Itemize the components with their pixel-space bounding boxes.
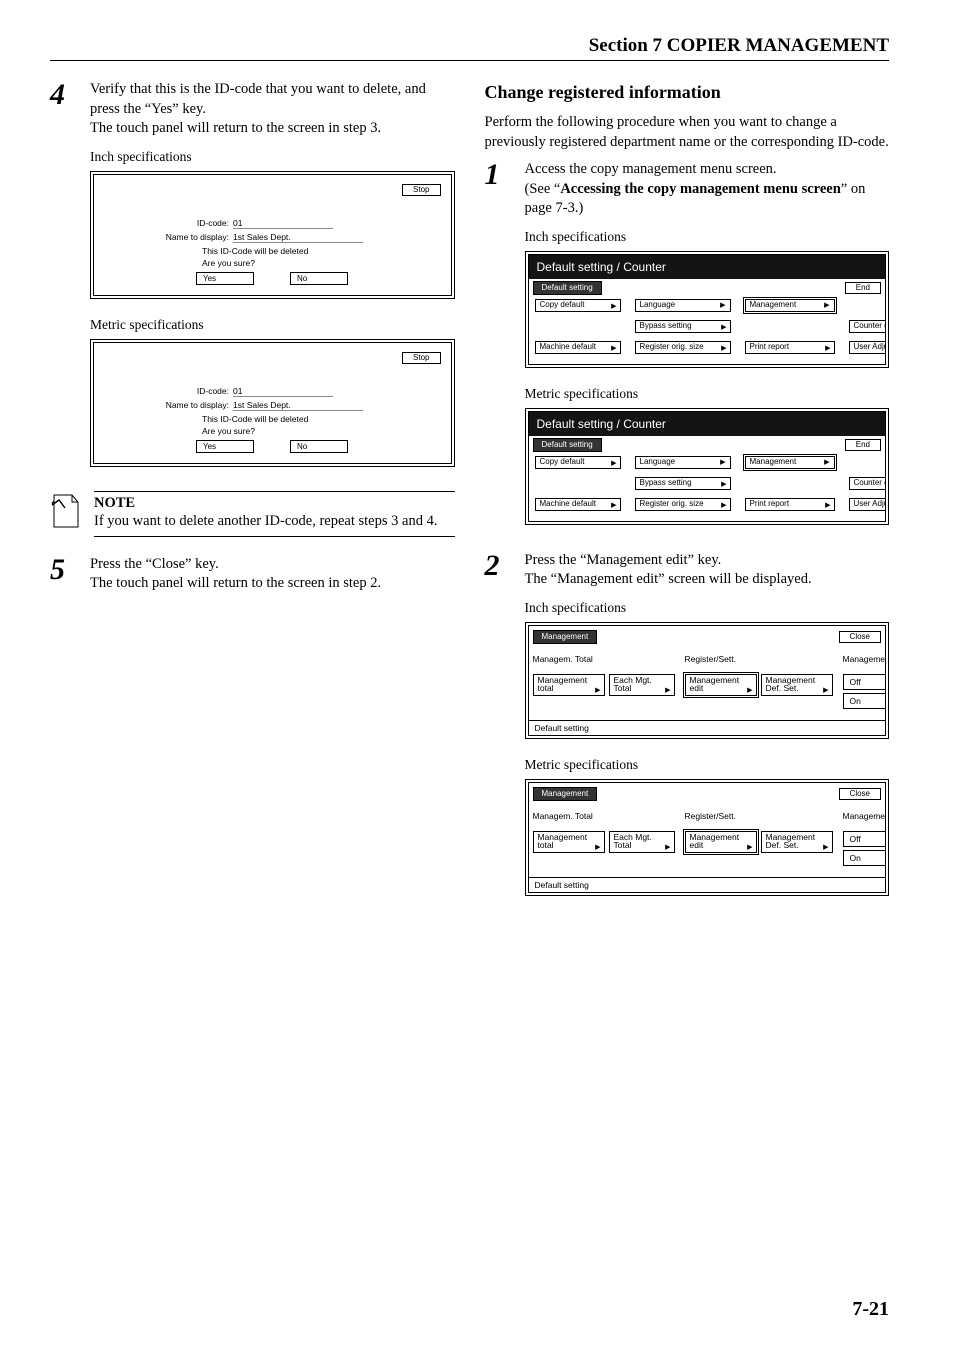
confirm-text-1: This ID-Code will be deleted [202,246,441,256]
step-4-number: 4 [50,80,76,139]
note-body: If you want to delete another ID-code, r… [94,513,455,530]
copy-default-button[interactable]: Copy default▶ [535,456,621,469]
panel-title: Default setting / Counter [529,412,886,436]
register-orig-size-button[interactable]: Register orig. size▶ [635,498,731,511]
step-5-text-2: The touch panel will return to the scree… [90,574,455,594]
step-4-text-2: The touch panel will return to the scree… [90,119,455,139]
confirm-text-2: Are you sure? [202,258,441,268]
copy-default-button[interactable]: Copy default▶ [535,299,621,312]
step-1-text-2: (See “Accessing the copy management menu… [525,180,890,219]
user-adjustment-button[interactable]: User Adjustment▶ [849,341,887,354]
user-adjustment-button[interactable]: User Adjustment▶ [849,498,887,511]
management-panel-metric: Management Close Managem. Total Manageme… [525,779,890,896]
tab-management[interactable]: Management [533,787,598,801]
id-code-value: 01 [233,386,333,397]
yes-button[interactable]: Yes [196,440,254,453]
default-setting-panel-inch: Default setting / Counter Default settin… [525,251,890,368]
tab-default-setting[interactable]: Default setting [533,438,602,452]
step-5-number: 5 [50,555,76,594]
col-head-management: Management [843,811,887,821]
step-5-text-1: Press the “Close” key. [90,555,455,575]
language-button[interactable]: Language▶ [635,299,731,312]
page-number: 7-21 [852,1298,889,1321]
panel-footer: Default setting [529,720,886,735]
stop-button[interactable]: Stop [402,352,440,364]
each-mgt-total-button[interactable]: Each Mgt. Total▶ [609,831,675,853]
name-display-label: Name to display: [144,232,233,242]
id-code-label: ID-code: [144,386,233,396]
management-button[interactable]: Management▶ [745,299,835,312]
spec-label-metric: Metric specifications [525,386,890,402]
step-4-text-1: Verify that this is the ID-code that you… [90,80,455,119]
bypass-setting-button[interactable]: Bypass setting▶ [635,320,731,333]
step-1-text-1: Access the copy management menu screen. [525,160,890,180]
no-button[interactable]: No [290,272,348,285]
yes-button[interactable]: Yes [196,272,254,285]
counter-check-button[interactable]: Counter check▶ [849,477,887,490]
management-total-button[interactable]: Management total▶ [533,674,605,696]
col-head-management: Management [843,654,887,664]
delete-confirm-panel-metric: Stop ID-code: 01 Name to display: 1st Sa… [90,339,455,467]
management-on-option[interactable]: On [843,850,887,866]
delete-confirm-form: ID-code: 01 Name to display: 1st Sales D… [104,218,441,285]
management-edit-button[interactable]: Management edit▶ [685,674,757,696]
name-display-value: 1st Sales Dept. [233,400,363,411]
spec-label-metric: Metric specifications [525,757,890,773]
spec-label-metric: Metric specifications [90,317,455,333]
machine-default-button[interactable]: Machine default▶ [535,498,621,511]
spec-label-inch: Inch specifications [90,149,455,165]
spec-label-inch: Inch specifications [525,229,890,245]
register-orig-size-button[interactable]: Register orig. size▶ [635,341,731,354]
confirm-text-2: Are you sure? [202,426,441,436]
panel-footer: Default setting [529,877,886,892]
note-title: NOTE [94,495,455,512]
name-display-value: 1st Sales Dept. [233,232,363,243]
note-icon [50,491,84,531]
default-setting-panel-metric: Default setting / Counter Default settin… [525,408,890,525]
print-report-button[interactable]: Print report▶ [745,341,835,354]
step-1-number: 1 [485,160,511,219]
management-edit-button[interactable]: Management edit▶ [685,831,757,853]
delete-confirm-panel-inch: Stop ID-code: 01 Name to display: 1st Sa… [90,171,455,299]
end-button[interactable]: End [845,439,881,451]
intro-paragraph: Perform the following procedure when you… [485,113,890,152]
close-button[interactable]: Close [839,788,881,800]
machine-default-button[interactable]: Machine default▶ [535,341,621,354]
management-off-option[interactable]: Off [843,674,887,690]
spec-label-inch: Inch specifications [525,600,890,616]
management-on-option[interactable]: On [843,693,887,709]
id-code-label: ID-code: [144,218,233,228]
close-button[interactable]: Close [839,631,881,643]
delete-confirm-form: ID-code: 01 Name to display: 1st Sales D… [104,386,441,453]
bypass-setting-button[interactable]: Bypass setting▶ [635,477,731,490]
step-2-text-1: Press the “Management edit” key. [525,551,890,571]
counter-check-button[interactable]: Counter check▶ [849,320,887,333]
name-display-label: Name to display: [144,400,233,410]
id-code-value: 01 [233,218,333,229]
print-report-button[interactable]: Print report▶ [745,498,835,511]
language-button[interactable]: Language▶ [635,456,731,469]
management-def-set-button[interactable]: Management Def. Set.▶ [761,674,833,696]
col-head-register: Register/Sett. [685,811,833,821]
no-button[interactable]: No [290,440,348,453]
each-mgt-total-button[interactable]: Each Mgt. Total▶ [609,674,675,696]
running-header: Section 7 COPIER MANAGEMENT [50,35,889,61]
step-2-number: 2 [485,551,511,590]
tab-default-setting[interactable]: Default setting [533,281,602,295]
col-head-total: Managem. Total [533,811,675,821]
tab-management[interactable]: Management [533,630,598,644]
end-button[interactable]: End [845,282,881,294]
management-panel-inch: Management Close Managem. Total Manageme… [525,622,890,739]
management-def-set-button[interactable]: Management Def. Set.▶ [761,831,833,853]
col-head-total: Managem. Total [533,654,675,664]
confirm-text-1: This ID-Code will be deleted [202,414,441,424]
col-head-register: Register/Sett. [685,654,833,664]
panel-title: Default setting / Counter [529,255,886,279]
management-total-button[interactable]: Management total▶ [533,831,605,853]
section-heading: Change registered information [485,82,890,103]
step-2-text-2: The “Management edit” screen will be dis… [525,570,890,590]
management-button[interactable]: Management▶ [745,456,835,469]
management-off-option[interactable]: Off [843,831,887,847]
stop-button[interactable]: Stop [402,184,440,196]
